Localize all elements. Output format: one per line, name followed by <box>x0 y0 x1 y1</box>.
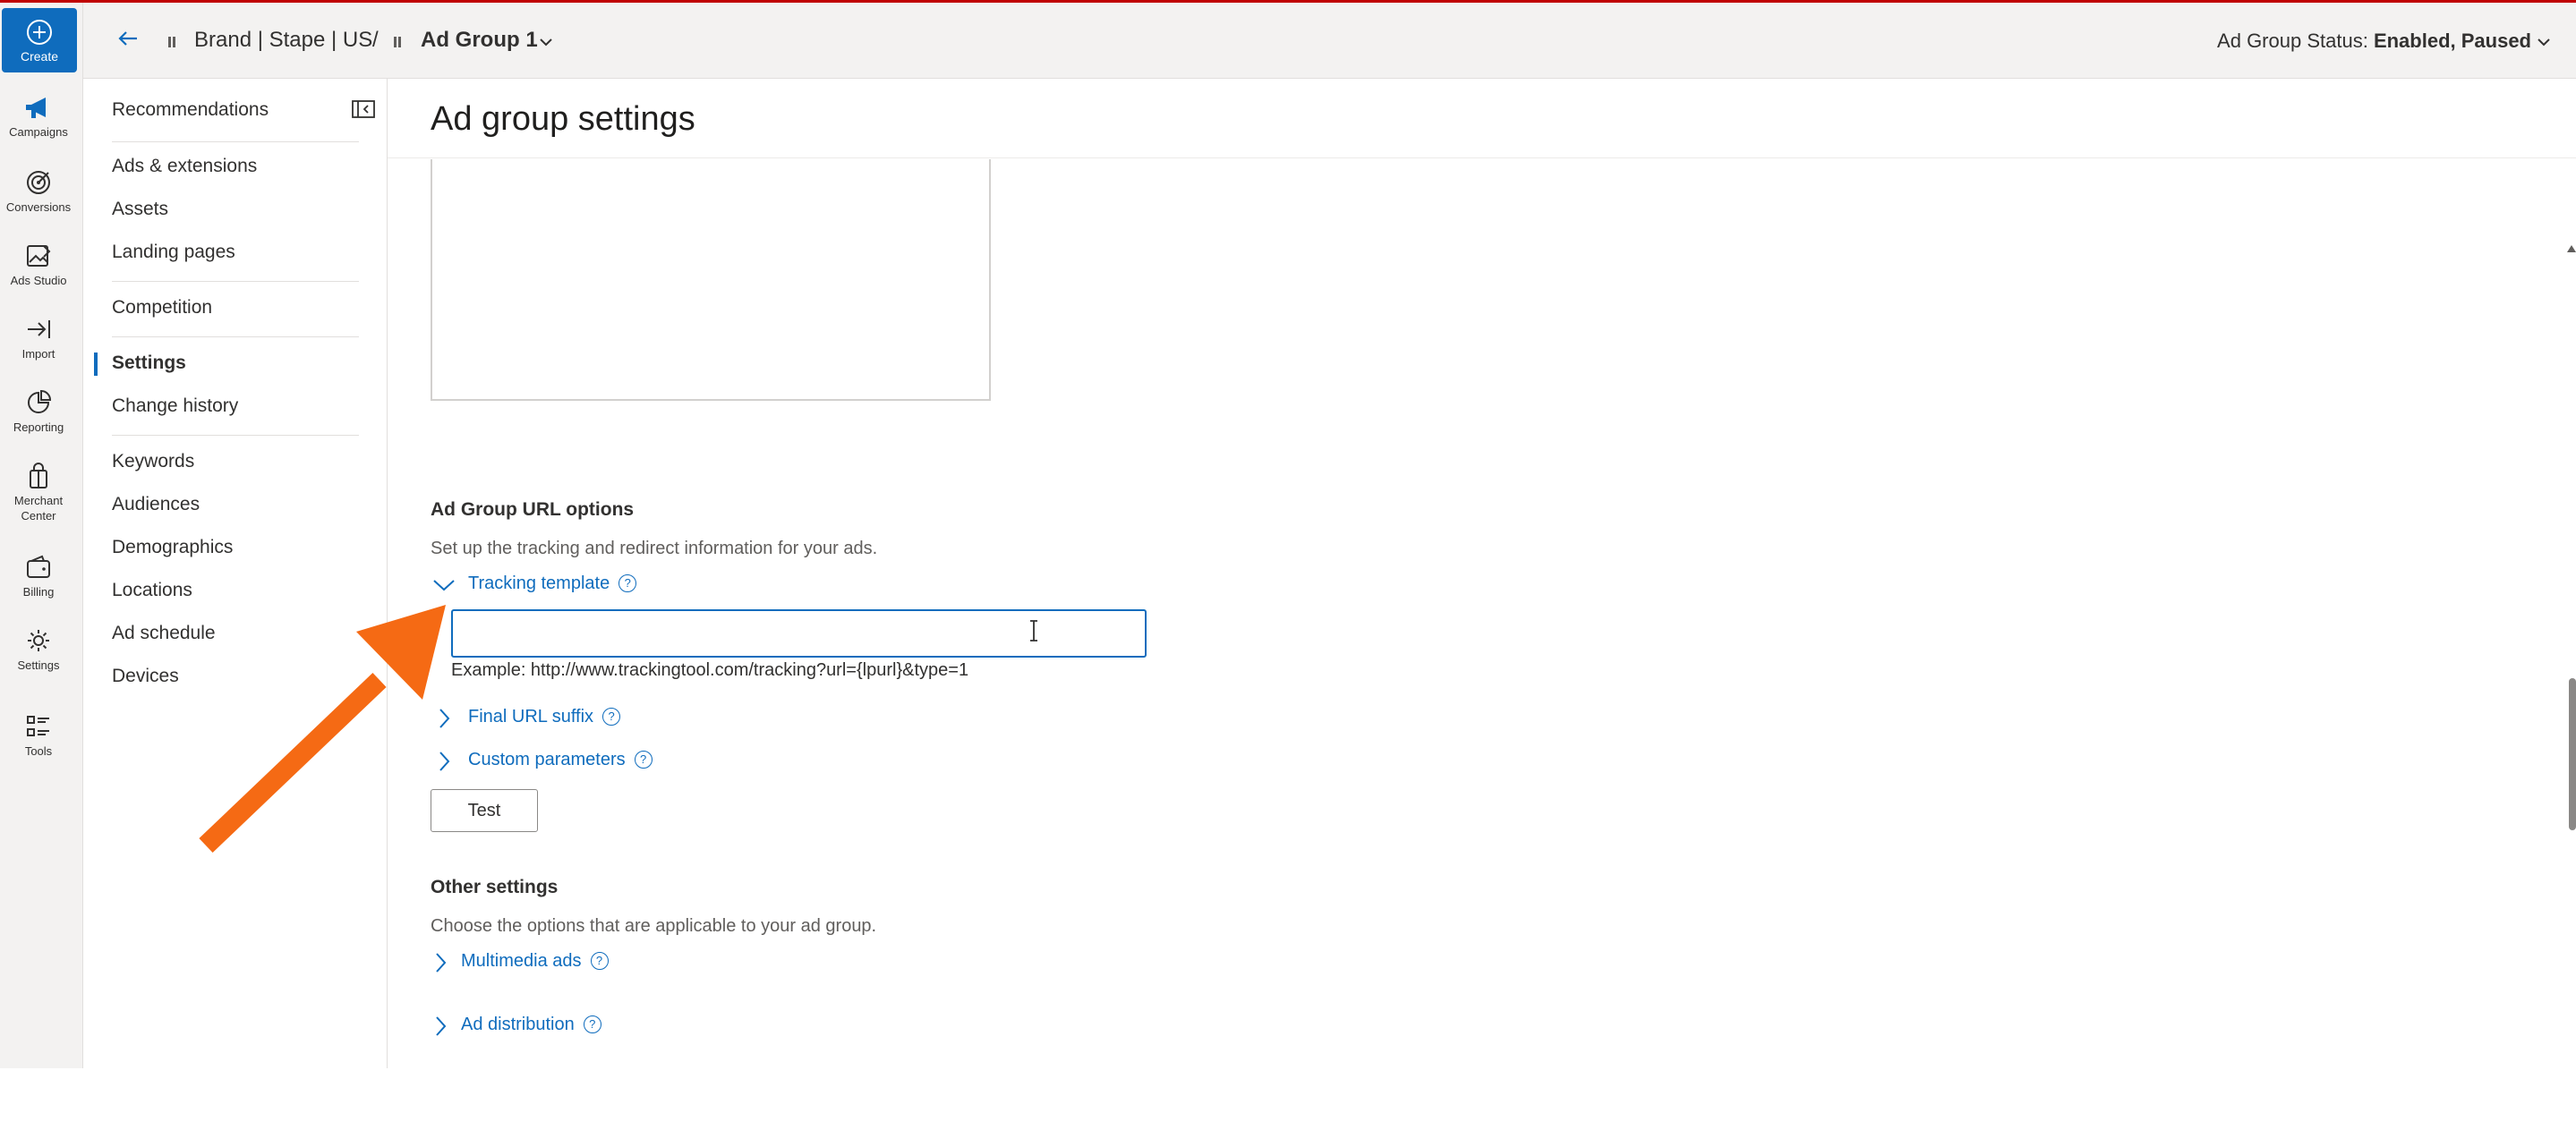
rail-campaigns[interactable]: Campaigns <box>0 96 77 140</box>
scrollbar[interactable] <box>2563 157 2576 1147</box>
gear-icon <box>28 630 49 651</box>
adgroup-status[interactable]: Ad Group Status: Enabled, Paused <box>2217 30 2531 53</box>
rail-campaigns-label: Campaigns <box>9 125 68 139</box>
breadcrumb-account[interactable]: Brand | Stape | US <box>194 28 372 53</box>
secondary-nav: Recommendations Ads & extensions Assets … <box>83 79 388 1068</box>
account-drag-handle-icon <box>168 37 177 47</box>
nav-divider <box>112 141 359 142</box>
rail-conversions-label: Conversions <box>5 200 72 214</box>
tracking-example: Example: http://www.trackingtool.com/tra… <box>451 660 969 680</box>
multimedia-ads-label: Multimedia ads <box>461 951 582 971</box>
chart-pie-icon <box>28 389 52 413</box>
status-value: Enabled, Paused <box>2373 30 2531 52</box>
scroll-up-icon[interactable] <box>2567 245 2576 252</box>
target-icon <box>27 171 50 194</box>
adgroup-drag-handle-icon <box>394 37 403 47</box>
nav-change-history[interactable]: Change history <box>112 395 238 417</box>
help-icon[interactable]: ? <box>634 751 653 769</box>
nav-divider <box>112 336 359 337</box>
megaphone-icon <box>26 98 46 118</box>
multimedia-ads-toggle[interactable]: Multimedia ads? <box>431 951 609 973</box>
chevron-right-icon <box>436 953 447 973</box>
other-settings-description: Choose the options that are applicable t… <box>431 916 877 936</box>
breadcrumb-adgroup[interactable]: Ad Group 1 <box>421 28 538 53</box>
rail-reporting-label: Reporting <box>13 421 64 434</box>
rail-tools[interactable]: Tools <box>0 713 77 759</box>
shopping-bag-icon <box>30 463 47 489</box>
rail-ads-studio[interactable]: Ads Studio <box>0 242 77 288</box>
nav-devices[interactable]: Devices <box>112 666 179 687</box>
status-chevron-down-icon[interactable] <box>2537 37 2551 47</box>
top-header: Brand | Stape | US / Ad Group 1 Ad Group… <box>83 3 2576 79</box>
other-settings-title: Other settings <box>431 877 559 897</box>
nav-settings[interactable]: Settings <box>112 353 186 374</box>
help-icon[interactable]: ? <box>602 708 621 726</box>
annotation-arrow-icon <box>199 605 446 853</box>
plus-circle-icon <box>27 20 52 45</box>
tools-list-icon <box>27 716 49 736</box>
nav-ads-extensions[interactable]: Ads & extensions <box>112 156 257 177</box>
rail-merchant-center[interactable]: Merchant Center <box>0 463 77 523</box>
custom-parameters-label: Custom parameters <box>468 750 626 769</box>
nav-divider <box>112 281 359 282</box>
nav-audiences[interactable]: Audiences <box>112 494 200 515</box>
scrollbar-thumb[interactable] <box>2569 678 2576 830</box>
rail-import[interactable]: Import <box>0 316 77 361</box>
collapse-panel-icon[interactable] <box>352 100 375 118</box>
create-label: Create <box>20 49 59 64</box>
help-icon[interactable]: ? <box>618 574 637 592</box>
rail-ads-studio-label: Ads Studio <box>10 274 67 287</box>
main-content: Ad group settings Ad Group URL options S… <box>388 79 2576 1068</box>
nav-competition[interactable]: Competition <box>112 297 212 319</box>
rail-billing-label: Billing <box>22 585 55 599</box>
ad-distribution-label: Ad distribution <box>461 1015 575 1034</box>
rail-reporting[interactable]: Reporting <box>0 389 77 435</box>
nav-landing-pages[interactable]: Landing pages <box>112 242 235 263</box>
final-url-suffix-label: Final URL suffix <box>468 707 594 726</box>
image-edit-icon <box>27 245 51 267</box>
ad-distribution-toggle[interactable]: Ad distribution? <box>431 1015 601 1036</box>
nav-divider <box>112 435 359 436</box>
ad-preview-box <box>431 159 991 401</box>
nav-active-indicator <box>94 353 98 376</box>
nav-assets[interactable]: Assets <box>112 199 168 220</box>
chevron-down-icon[interactable] <box>539 37 553 47</box>
text-cursor-icon <box>1030 620 1037 641</box>
wallet-icon <box>27 555 50 578</box>
rail-conversions[interactable]: Conversions <box>0 169 77 215</box>
import-arrow-icon <box>28 320 50 338</box>
tracking-template-label: Tracking template <box>468 574 610 593</box>
tracking-template-input[interactable] <box>451 609 1147 658</box>
breadcrumb-separator: / <box>372 28 379 52</box>
help-icon[interactable]: ? <box>590 952 609 970</box>
rail-tools-label: Tools <box>24 744 53 758</box>
rail-settings[interactable]: Settings <box>0 627 77 673</box>
rail-billing[interactable]: Billing <box>0 554 77 599</box>
help-icon[interactable]: ? <box>583 1015 601 1033</box>
rail-merchant-center-label: Merchant Center <box>13 494 64 523</box>
nav-keywords[interactable]: Keywords <box>112 451 194 472</box>
rail-settings-label: Settings <box>17 658 60 672</box>
url-options-description: Set up the tracking and redirect informa… <box>431 539 878 558</box>
chevron-right-icon <box>436 1016 447 1036</box>
title-divider <box>388 157 2576 158</box>
nav-recommendations[interactable]: Recommendations <box>112 99 269 121</box>
left-rail: Create Campaigns Conversions Ads Studio … <box>0 3 83 1068</box>
nav-demographics[interactable]: Demographics <box>112 537 233 558</box>
create-button[interactable]: Create <box>2 8 77 72</box>
rail-import-label: Import <box>21 347 55 361</box>
url-options-title: Ad Group URL options <box>431 499 635 520</box>
page-title: Ad group settings <box>431 100 695 138</box>
back-arrow-icon[interactable] <box>115 28 141 49</box>
status-label: Ad Group Status: <box>2217 30 2368 52</box>
